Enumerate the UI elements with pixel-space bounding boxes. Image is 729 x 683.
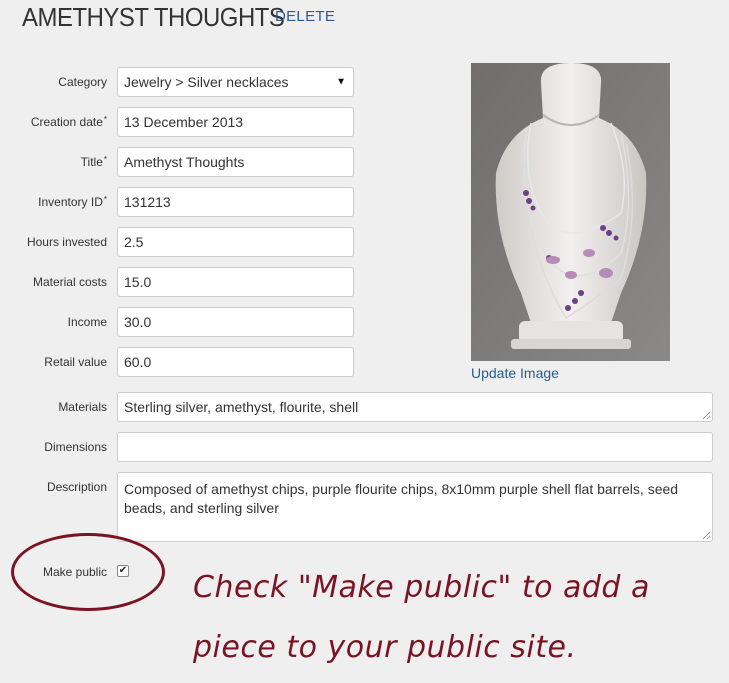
inventory-id-label: Inventory ID* bbox=[38, 195, 107, 209]
creation-date-field[interactable]: 13 December 2013 bbox=[117, 107, 354, 137]
annotation-text: Check "Make public" to add a piece to yo… bbox=[193, 570, 650, 665]
dropdown-arrow-icon: ▼ bbox=[336, 76, 346, 88]
delete-link[interactable]: DELETE bbox=[275, 8, 335, 25]
retail-value-label: Retail value bbox=[44, 355, 107, 369]
resize-handle-icon[interactable] bbox=[703, 532, 710, 539]
hours-invested-label: Hours invested bbox=[26, 235, 107, 249]
description-value: Composed of amethyst chips, purple flour… bbox=[124, 481, 679, 516]
inventory-id-field[interactable]: 131213 bbox=[117, 187, 354, 217]
materials-field[interactable]: Sterling silver, amethyst, flourite, she… bbox=[117, 392, 713, 422]
materials-value: Sterling silver, amethyst, flourite, she… bbox=[124, 399, 359, 415]
title-field[interactable]: Amethyst Thoughts bbox=[117, 147, 354, 177]
hours-invested-field[interactable]: 2.5 bbox=[117, 227, 354, 257]
income-label: Income bbox=[67, 315, 107, 329]
creation-date-label: Creation date* bbox=[30, 115, 107, 129]
dimensions-label: Dimensions bbox=[44, 440, 107, 454]
page-title: AMETHYST THOUGHTS bbox=[22, 2, 285, 32]
category-select[interactable]: Jewelry > Silver necklaces ▼ bbox=[117, 67, 354, 97]
material-costs-field[interactable]: 15.0 bbox=[117, 267, 354, 297]
income-field[interactable]: 30.0 bbox=[117, 307, 354, 337]
description-label: Description bbox=[46, 480, 107, 494]
title-label: Title* bbox=[80, 155, 107, 169]
category-value: Jewelry > Silver necklaces bbox=[124, 74, 289, 90]
dimensions-field[interactable] bbox=[117, 432, 713, 462]
update-image-link[interactable]: Update Image bbox=[471, 365, 559, 381]
resize-handle-icon[interactable] bbox=[703, 412, 710, 419]
retail-value-field[interactable]: 60.0 bbox=[117, 347, 354, 377]
description-field[interactable]: Composed of amethyst chips, purple flour… bbox=[117, 472, 713, 542]
material-costs-label: Material costs bbox=[32, 275, 107, 289]
highlight-circle bbox=[11, 533, 165, 611]
category-label: Category bbox=[58, 75, 107, 89]
product-image bbox=[471, 63, 670, 361]
materials-label: Materials bbox=[58, 400, 107, 414]
